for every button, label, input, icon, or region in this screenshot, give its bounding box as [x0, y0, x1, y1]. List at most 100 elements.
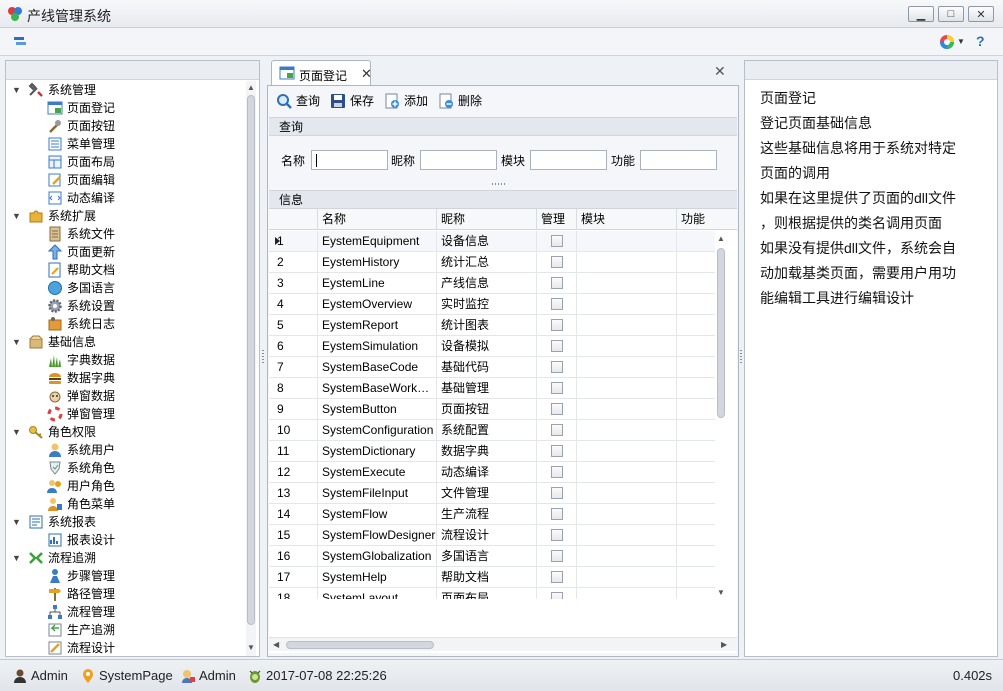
- cell-module[interactable]: [577, 378, 677, 399]
- section-splitter[interactable]: [492, 183, 506, 185]
- tree-item[interactable]: 生产追溯: [6, 621, 244, 639]
- table-row[interactable]: 3 EystemLine 产线信息: [269, 273, 715, 294]
- manage-checkbox[interactable]: [551, 340, 563, 352]
- cell-name[interactable]: EystemHistory: [318, 252, 437, 273]
- save-button[interactable]: 保存: [330, 91, 382, 111]
- module-input[interactable]: [530, 150, 607, 170]
- delete-button[interactable]: 删除: [438, 91, 490, 111]
- cell-module[interactable]: [577, 273, 677, 294]
- tree-item[interactable]: 角色菜单: [6, 495, 244, 513]
- tree-group[interactable]: ▼ 系统管理: [6, 81, 244, 99]
- tree-group[interactable]: ▼ 角色权限: [6, 423, 244, 441]
- tree-item[interactable]: 页面按钮: [6, 117, 244, 135]
- cell-function[interactable]: [677, 357, 715, 378]
- table-row[interactable]: 2 EystemHistory 统计汇总: [269, 252, 715, 273]
- tree-item[interactable]: 步骤管理: [6, 567, 244, 585]
- cell-module[interactable]: [577, 441, 677, 462]
- cell-module[interactable]: [577, 525, 677, 546]
- cell-name[interactable]: EystemOverview: [318, 294, 437, 315]
- manage-checkbox[interactable]: [551, 382, 563, 394]
- grid-scrollbar[interactable]: ▲ ▼: [716, 231, 726, 601]
- cell-module[interactable]: [577, 315, 677, 336]
- tree-item[interactable]: 字典数据: [6, 351, 244, 369]
- tree-item[interactable]: 系统设置: [6, 297, 244, 315]
- manage-checkbox[interactable]: [551, 592, 563, 599]
- cell-function[interactable]: [677, 462, 715, 483]
- cell-module[interactable]: [577, 483, 677, 504]
- cell-nickname[interactable]: 统计汇总: [437, 252, 537, 273]
- table-row[interactable]: 16 SystemGlobalization 多国语言: [269, 546, 715, 567]
- scroll-up-icon[interactable]: ▲: [247, 83, 255, 92]
- column-header-manage[interactable]: 管理: [537, 209, 577, 230]
- collapse-arrow-icon[interactable]: ▼: [12, 333, 21, 351]
- table-row[interactable]: 8 SystemBaseWork… 基础管理: [269, 378, 715, 399]
- cell-name[interactable]: SystemFlow: [318, 504, 437, 525]
- cell-nickname[interactable]: 页面布局: [437, 588, 537, 599]
- manage-checkbox[interactable]: [551, 487, 563, 499]
- cell-name[interactable]: SystemBaseCode: [318, 357, 437, 378]
- column-header-function[interactable]: 功能: [677, 209, 737, 230]
- table-row[interactable]: 10 SystemConfiguration 系统配置: [269, 420, 715, 441]
- tree-item[interactable]: 页面布局: [6, 153, 244, 171]
- cell-function[interactable]: [677, 546, 715, 567]
- left-splitter[interactable]: [260, 60, 266, 657]
- cell-module[interactable]: [577, 504, 677, 525]
- cell-function[interactable]: [677, 567, 715, 588]
- help-icon[interactable]: ?: [976, 33, 985, 49]
- column-header-nickname[interactable]: 昵称: [437, 209, 537, 230]
- tree-item[interactable]: 流程管理: [6, 603, 244, 621]
- cell-name[interactable]: SystemBaseWork…: [318, 378, 437, 399]
- tree-item[interactable]: 页面登记: [6, 99, 244, 117]
- scroll-left-icon[interactable]: ◀: [273, 640, 279, 649]
- manage-checkbox[interactable]: [551, 550, 563, 562]
- cell-nickname[interactable]: 系统配置: [437, 420, 537, 441]
- cell-name[interactable]: SystemExecute: [318, 462, 437, 483]
- cell-module[interactable]: [577, 399, 677, 420]
- close-button[interactable]: ✕: [968, 6, 994, 22]
- table-row[interactable]: 9 SystemButton 页面按钮: [269, 399, 715, 420]
- table-row[interactable]: 7 SystemBaseCode 基础代码: [269, 357, 715, 378]
- grid-horizontal-scrollbar[interactable]: ◀ ▶: [269, 637, 737, 651]
- cell-function[interactable]: [677, 231, 715, 252]
- manage-checkbox[interactable]: [551, 529, 563, 541]
- cell-nickname[interactable]: 页面按钮: [437, 399, 537, 420]
- cell-nickname[interactable]: 设备信息: [437, 231, 537, 252]
- cell-name[interactable]: EystemEquipment: [318, 231, 437, 252]
- cell-name[interactable]: EystemSimulation: [318, 336, 437, 357]
- tree-item[interactable]: 路径管理: [6, 585, 244, 603]
- tree-item[interactable]: 页面编辑: [6, 171, 244, 189]
- theme-dropdown-arrow-icon[interactable]: ▼: [957, 37, 965, 46]
- cell-module[interactable]: [577, 462, 677, 483]
- cell-module[interactable]: [577, 252, 677, 273]
- table-row[interactable]: 5 EystemReport 统计图表: [269, 315, 715, 336]
- layout-toggle-icon[interactable]: [12, 34, 28, 50]
- cell-module[interactable]: [577, 546, 677, 567]
- cell-nickname[interactable]: 数据字典: [437, 441, 537, 462]
- tab-close-icon[interactable]: ✕: [361, 66, 372, 82]
- cell-name[interactable]: EystemReport: [318, 315, 437, 336]
- cell-nickname[interactable]: 实时监控: [437, 294, 537, 315]
- cell-nickname[interactable]: 帮助文档: [437, 567, 537, 588]
- column-header-module[interactable]: 模块: [577, 209, 677, 230]
- cell-nickname[interactable]: 基础代码: [437, 357, 537, 378]
- scroll-up-icon[interactable]: ▲: [717, 234, 725, 243]
- tree-item[interactable]: 系统文件: [6, 225, 244, 243]
- cell-nickname[interactable]: 设备模拟: [437, 336, 537, 357]
- cell-function[interactable]: [677, 399, 715, 420]
- cell-function[interactable]: [677, 420, 715, 441]
- cell-nickname[interactable]: 动态编译: [437, 462, 537, 483]
- name-input[interactable]: [311, 150, 388, 170]
- manage-checkbox[interactable]: [551, 466, 563, 478]
- tree-item[interactable]: 报表设计: [6, 531, 244, 549]
- function-input[interactable]: [640, 150, 717, 170]
- cell-function[interactable]: [677, 252, 715, 273]
- manage-checkbox[interactable]: [551, 424, 563, 436]
- query-button[interactable]: 查询: [276, 91, 328, 111]
- cell-nickname[interactable]: 产线信息: [437, 273, 537, 294]
- tree-item[interactable]: 系统角色: [6, 459, 244, 477]
- add-button[interactable]: 添加: [384, 91, 436, 111]
- cell-name[interactable]: SystemGlobalization: [318, 546, 437, 567]
- cell-name[interactable]: EystemLine: [318, 273, 437, 294]
- table-row[interactable]: 15 SystemFlowDesigner 流程设计: [269, 525, 715, 546]
- tree-scroll-thumb[interactable]: [247, 95, 255, 625]
